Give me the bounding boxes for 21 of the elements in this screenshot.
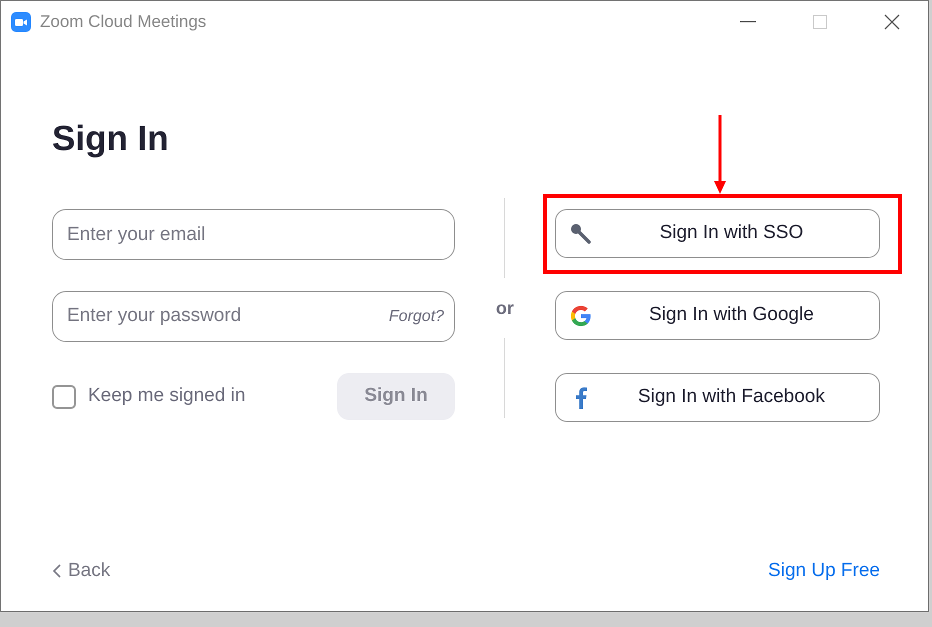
sso-sign-in-button[interactable]: Sign In with Google (554, 291, 880, 340)
sso-sign-in-button[interactable]: Sign In with SSO (554, 209, 880, 258)
window-title: Zoom Cloud Meetings (40, 11, 206, 34)
checkbox[interactable] (52, 384, 76, 408)
password-field[interactable]: Enter your password Forgot? (52, 291, 456, 342)
sso-sign-in-button[interactable]: Sign In with Facebook (554, 373, 880, 422)
or-separator: or (496, 297, 514, 320)
close-icon (884, 14, 900, 30)
chevron-left-icon (52, 564, 62, 578)
minimize-icon (740, 21, 756, 23)
camera-app-icon (11, 12, 31, 32)
checkbox-label: Keep me signed in (88, 384, 246, 408)
back-link[interactable]: Back (52, 556, 110, 585)
sign-up-link[interactable]: Sign Up Free (768, 556, 880, 585)
maximize-icon (813, 15, 827, 29)
sign-in-heading: Sign In (52, 118, 169, 160)
facebook-f-icon (574, 386, 587, 408)
key-icon (568, 222, 593, 246)
forgot-link[interactable]: Forgot? (388, 304, 444, 328)
google-g-icon (570, 304, 592, 326)
email-field[interactable]: Enter your email (52, 209, 456, 260)
